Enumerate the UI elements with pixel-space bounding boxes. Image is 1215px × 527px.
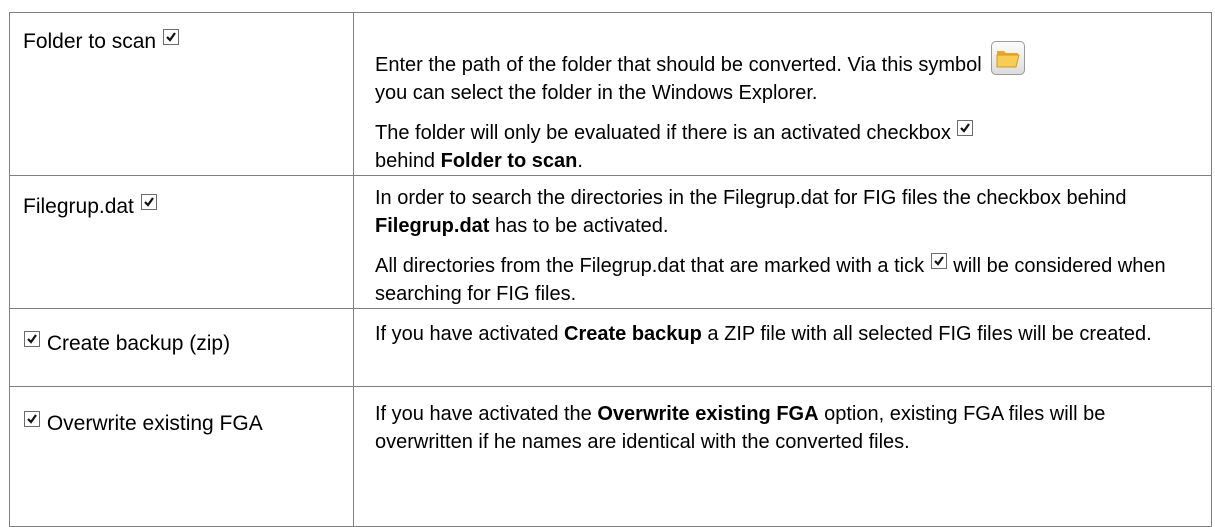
row-label-cell: Folder to scan xyxy=(9,12,354,176)
description-paragraph: Enter the path of the folder that should… xyxy=(375,13,1197,107)
checkbox-checked-icon xyxy=(930,253,947,269)
description-text: All directories from the Filegrup.dat th… xyxy=(375,255,925,277)
checkbox-checked-icon xyxy=(24,331,40,347)
row-label: Overwrite existing FGA xyxy=(46,412,263,435)
table-row: Filegrup.dat In order to search the dire… xyxy=(9,175,1212,309)
row-label: Create backup (zip) xyxy=(46,332,231,355)
checkbox-checked-icon xyxy=(162,29,179,45)
description-text: If you have activated the xyxy=(375,403,592,425)
bold-term: Overwrite existing FGA xyxy=(597,403,819,425)
bold-term: Folder to scan xyxy=(440,150,578,172)
description-text: In order to search the directories in th… xyxy=(375,187,1127,209)
bold-term: Filegrup.dat xyxy=(375,215,490,237)
folder-open-icon xyxy=(991,41,1026,75)
table-row: Folder to scan Enter the path of the fol… xyxy=(9,12,1212,176)
description-paragraph: If you have activated the Overwrite exis… xyxy=(375,387,1197,456)
checkbox-checked-icon xyxy=(957,120,974,136)
row-description-cell: If you have activated Create backup a ZI… xyxy=(353,308,1212,387)
description-text: has to be activated. xyxy=(495,215,669,237)
checkbox-checked-icon xyxy=(24,411,40,427)
description-text: a ZIP file with all selected FIG files w… xyxy=(707,323,1152,345)
description-text: The folder will only be evaluated if the… xyxy=(375,122,951,144)
description-paragraph: If you have activated Create backup a ZI… xyxy=(375,309,1197,348)
description-text: If you have activated xyxy=(375,323,559,345)
row-description-cell: Enter the path of the folder that should… xyxy=(353,12,1212,176)
bold-term: Create backup xyxy=(564,323,702,345)
help-table: Folder to scan Enter the path of the fol… xyxy=(9,12,1212,527)
description-text: you can select the folder in the Windows… xyxy=(375,82,818,104)
table-row: Create backup (zip) If you have activate… xyxy=(9,308,1212,387)
row-label: Filegrup.dat xyxy=(23,195,134,218)
description-paragraph: The folder will only be evaluated if the… xyxy=(375,119,1197,175)
row-label-cell: Filegrup.dat xyxy=(9,175,354,309)
description-text: . xyxy=(577,150,583,172)
description-paragraph: In order to search the directories in th… xyxy=(375,176,1197,240)
row-description-cell: In order to search the directories in th… xyxy=(353,175,1212,309)
row-label: Folder to scan xyxy=(23,30,157,53)
checkbox-checked-icon xyxy=(140,194,157,210)
description-text: Enter the path of the folder that should… xyxy=(375,54,982,76)
description-paragraph: All directories from the Filegrup.dat th… xyxy=(375,252,1197,308)
row-label-cell: Create backup (zip) xyxy=(9,308,354,387)
description-text: behind xyxy=(375,150,436,172)
